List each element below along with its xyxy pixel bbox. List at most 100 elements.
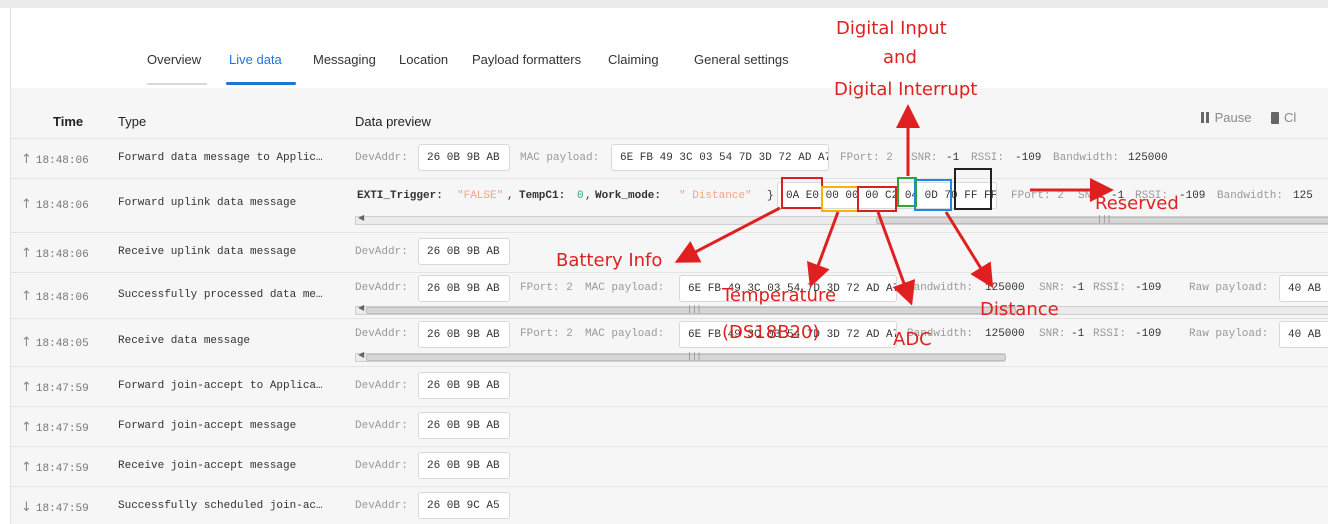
devaddr-value[interactable]: 26 0B 9C A5 [418,492,510,519]
table-row[interactable]: ↑ 18:48:06 Receive uplink data message De… [11,232,1328,272]
fport-value: FPort: 2 [520,282,573,294]
pause-label: Pause [1214,110,1252,125]
mac-payload-label: MAC payload: [585,328,665,340]
tab-general-settings[interactable]: General settings [694,52,789,67]
arrow-down-icon: ↓ [21,500,32,515]
tab-overview[interactable]: Overview [147,52,201,67]
battery-highlight-box [781,177,823,209]
raw-payload-value[interactable]: 40 AB [1279,321,1328,348]
row-time: ↑ 18:48:06 [21,246,89,261]
arrow-up-icon: ↑ [21,289,32,304]
horizontal-scrollbar[interactable]: ◀ ||| [355,350,1006,362]
row-type: Forward uplink data message [118,197,297,209]
table-row[interactable]: ↑ 18:47:59 Forward join-accept message De… [11,406,1328,446]
row-type: Receive uplink data message [118,246,297,258]
annotation-temperature: Temperature [722,285,837,306]
bandwidth-value: 125000 [985,328,1025,340]
table-row[interactable]: ↑ 18:48:06 Successfully processed data me… [11,272,1328,318]
arrow-up-icon: ↑ [21,420,32,435]
table-row[interactable]: ↑ 18:47:59 Receive join-accept message De… [11,446,1328,486]
devaddr-value[interactable]: 26 0B 9B AB [418,144,510,171]
row-type: Receive join-accept message [118,460,297,472]
table-row[interactable]: ↑ 18:48:05 Receive data message DevAddr: … [11,318,1328,366]
scroll-left-icon[interactable]: ◀ [358,350,364,359]
raw-payload-label: Raw payload: [1189,282,1269,294]
bandwidth-label: Bandwidth: [1053,152,1120,164]
devaddr-label: DevAddr: [355,460,408,472]
decoded-separator: , [507,190,514,202]
tab-live-data[interactable]: Live data [229,52,282,67]
annotation-battery-info: Battery Info [556,250,663,271]
devaddr-value[interactable]: 26 0B 9B AB [418,452,510,479]
column-header-time: Time [53,114,84,129]
active-tab-underline [226,82,296,85]
table-row[interactable]: ↑ 18:47:59 Forward join-accept to Applica… [11,366,1328,406]
snr-value: -1 [946,152,960,164]
row-time: ↑ 18:47:59 [21,460,89,475]
devaddr-label: DevAddr: [355,282,408,294]
pause-icon [1201,110,1211,125]
tab-claiming[interactable]: Claiming [608,52,659,67]
devaddr-label: DevAddr: [355,246,408,258]
mac-payload-label: MAC payload: [520,152,600,164]
devaddr-label: DevAddr: [355,380,408,392]
arrow-up-icon: ↑ [21,197,32,212]
scrollbar-thumb[interactable]: ||| [366,351,1006,361]
devaddr-value[interactable]: 26 0B 9B AB [418,321,510,348]
row-type: Forward join-accept message [118,420,297,432]
snr-value: -1 [1071,282,1085,294]
table-row[interactable]: ↓ 18:47:59 Successfully scheduled join-ac… [11,486,1328,524]
fport-value: FPort: 2 [840,152,893,164]
devaddr-value[interactable]: 26 0B 9B AB [418,412,510,439]
annotation-digital-input: Digital Input [836,18,947,39]
fport-value: FPort: 2 [520,328,573,340]
rssi-value: -109 [1135,328,1162,340]
bandwidth-value: 125000 [1128,152,1168,164]
devaddr-value[interactable]: 26 0B 9B AB [418,238,510,265]
adc-highlight-box [857,186,897,212]
table-row[interactable]: ↑ 18:48:06 Forward data message to Applic… [11,138,1328,178]
scroll-left-icon[interactable]: ◀ [358,213,364,222]
fport-value: FPort: 2 [1011,190,1064,202]
arrow-up-icon: ↑ [21,152,32,167]
snr-label: SNR: [911,152,938,164]
devaddr-label: DevAddr: [355,328,408,340]
annotation-ds18b20: (DS18B20) [722,322,820,343]
raw-payload-value[interactable]: 40 AB [1279,275,1328,302]
horizontal-scrollbar[interactable]: ◀ ||| [355,303,1328,315]
tab-messaging[interactable]: Messaging [313,52,376,67]
grip-icon: ||| [687,351,702,360]
tab-payload-formatters[interactable]: Payload formatters [472,52,581,67]
decoded-key: Work_mode: [595,190,662,202]
horizontal-scrollbar[interactable]: ◀ ||| [355,213,1328,225]
devaddr-value[interactable]: 26 0B 9B AB [418,275,510,302]
column-header-data-preview: Data preview [355,114,431,129]
decoded-value: " Distance" [679,190,752,202]
scrollbar-thumb[interactable]: ||| [876,214,1328,224]
scrollbar-thumb[interactable]: ||| [366,304,1016,314]
column-header-type: Type [118,114,147,129]
rssi-value: -109 [1179,190,1206,202]
rssi-value: -109 [1015,152,1042,164]
clear-button[interactable]: Cl [1271,110,1296,125]
arrow-up-icon: ↑ [21,460,32,475]
decoded-key: EXTI_Trigger: [357,190,443,202]
arrow-up-icon: ↑ [21,380,32,395]
devaddr-label: DevAddr: [355,500,408,512]
grip-icon: ||| [687,304,702,313]
scroll-left-icon[interactable]: ◀ [358,303,364,312]
rssi-label: RSSI: [971,152,1005,164]
tab-bar: Overview Live data Messaging Location Pa… [11,8,1328,88]
snr-value: -1 [1071,328,1085,340]
devaddr-value[interactable]: 26 0B 9B AB [418,372,510,399]
rssi-label: RSSI: [1093,282,1127,294]
snr-label: SNR: [1039,328,1066,340]
pause-button[interactable]: Pause [1201,110,1252,125]
annotation-adc: ADC [893,329,932,350]
trash-icon [1271,112,1279,124]
row-type: Receive data message [118,335,251,347]
row-time: ↑ 18:48:05 [21,335,89,350]
tab-location[interactable]: Location [399,52,448,67]
row-time: ↓ 18:47:59 [21,500,89,515]
mac-payload-value[interactable]: 6E FB 49 3C 03 54 7D 3D 72 AD A7 [611,144,829,171]
